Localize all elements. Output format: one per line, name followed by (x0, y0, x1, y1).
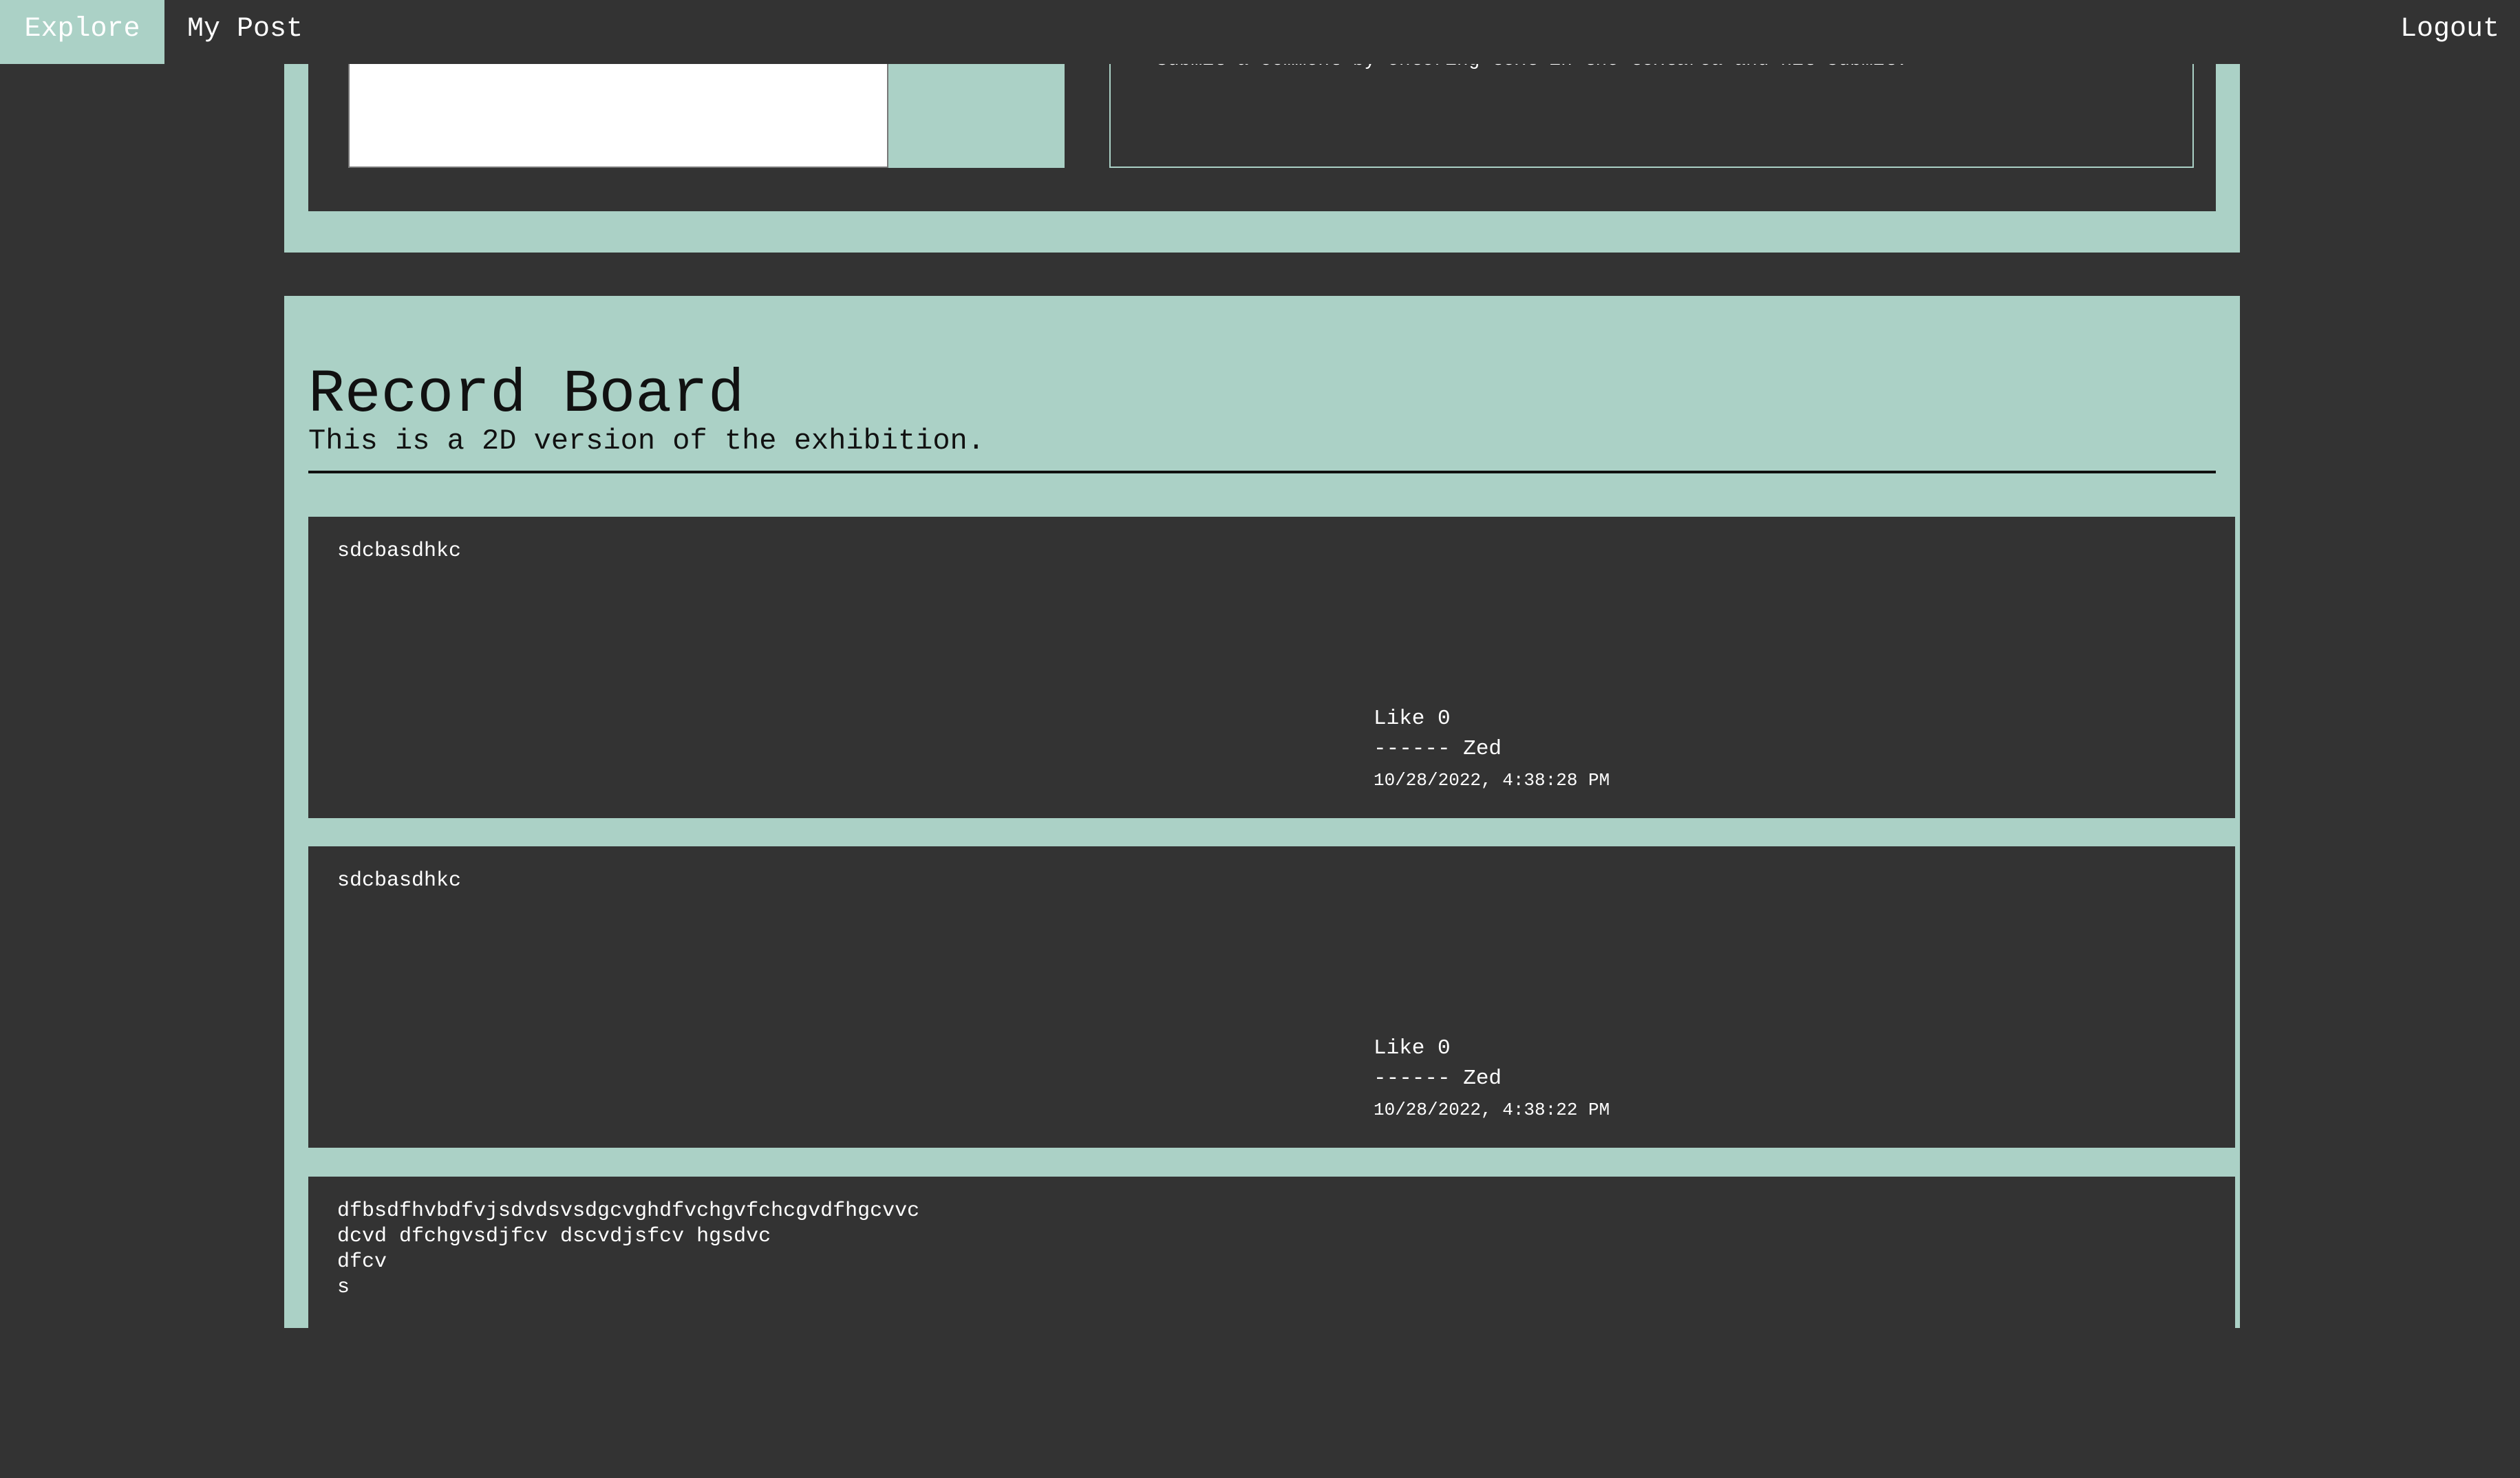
post-author: ------ Zed (1374, 1067, 1502, 1091)
post-text: sdcbasdhkc (337, 539, 462, 563)
post-card: sdcbasdhkc Like 0 ------ Zed 10/28/2022,… (308, 846, 2235, 1148)
post-card: dfbsdfhvbdfvjsdvdsvsdgcvghdfvchgvfchcgvd… (308, 1177, 2235, 1478)
post-text: dfbsdfhvbdfvjsdvdsvsdgcvghdfvchgvfchcgvd… (337, 1199, 920, 1299)
board-divider (308, 471, 2216, 473)
post-date: 10/28/2022, 4:38:22 PM (1374, 1100, 1610, 1120)
top-navigation: Explore My Post Logout (0, 0, 2520, 64)
nav-explore-link[interactable]: Explore (0, 0, 164, 64)
nav-logout-link[interactable]: Logout (2378, 0, 2520, 64)
post-author: ------ Zed (1374, 737, 1502, 761)
board-subtitle: This is a 2D version of the exhibition. (308, 425, 985, 458)
post-card: sdcbasdhkc Like 0 ------ Zed 10/28/2022,… (308, 517, 2235, 818)
like-button[interactable]: Like 0 (1374, 707, 1451, 731)
nav-my-post-link[interactable]: My Post (164, 0, 325, 64)
post-text: sdcbasdhkc (337, 869, 462, 892)
record-board: Record Board This is a 2D version of the… (284, 296, 2240, 1478)
post-date: 10/28/2022, 4:38:28 PM (1374, 770, 1610, 791)
board-title: Record Board (308, 361, 745, 429)
like-button[interactable]: Like 0 (1374, 1036, 1451, 1060)
